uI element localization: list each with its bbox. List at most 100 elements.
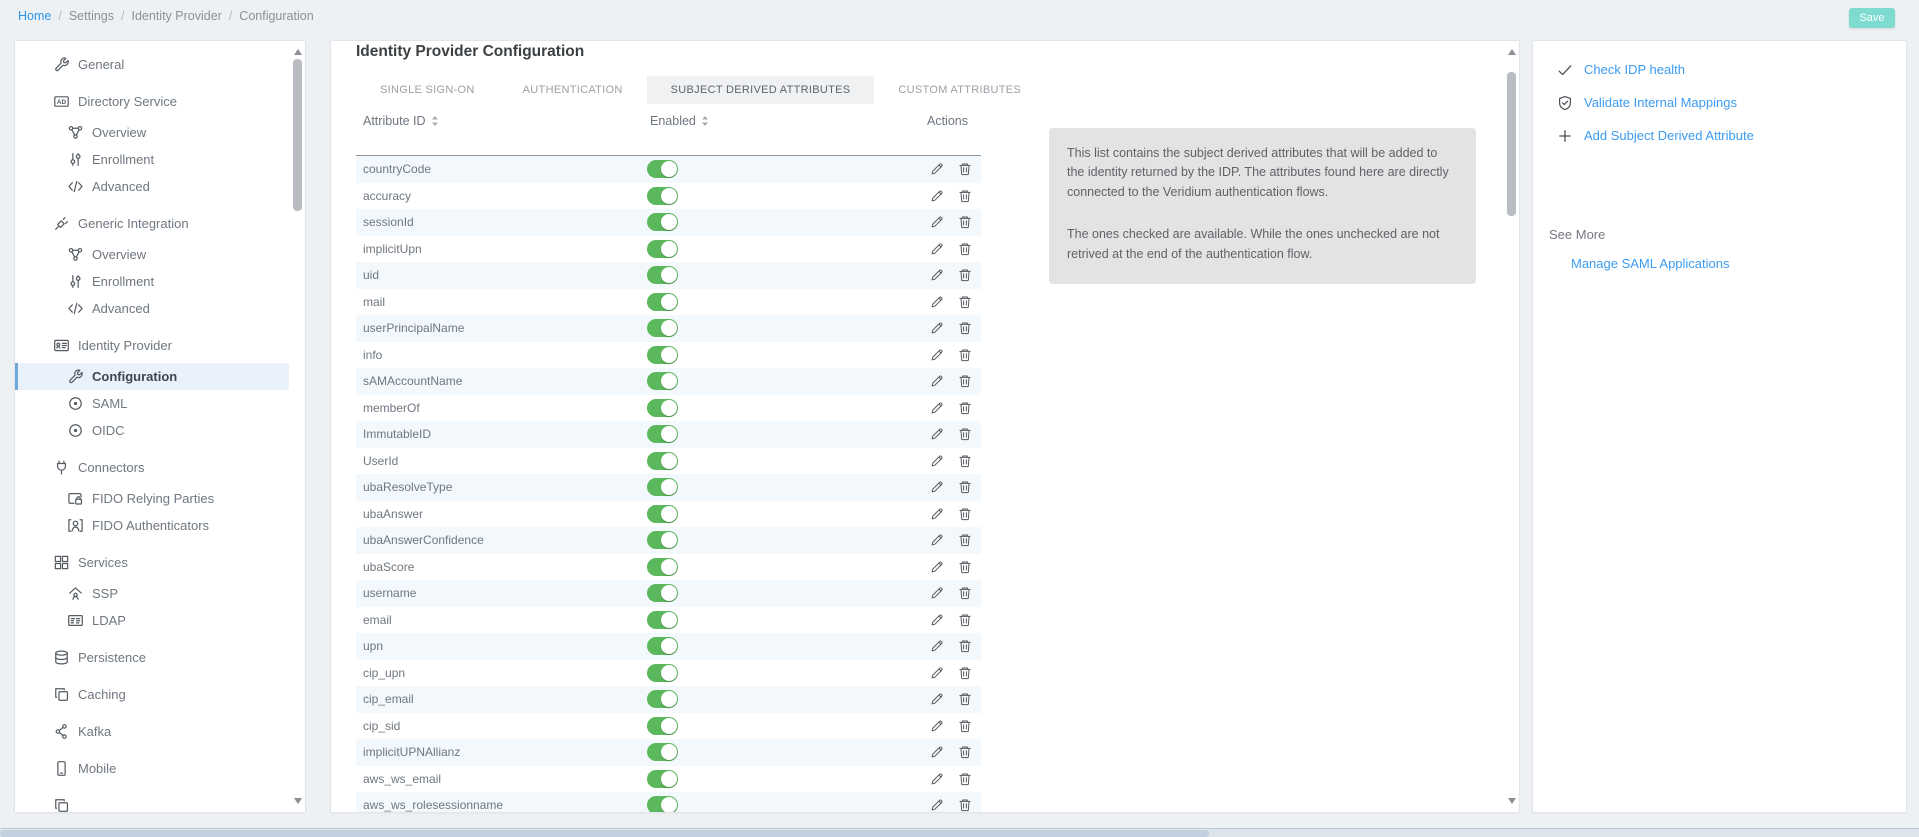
- delete-button[interactable]: [956, 691, 973, 708]
- enabled-toggle[interactable]: [647, 770, 678, 788]
- check-idp-health-link[interactable]: Check IDP health: [1533, 53, 1906, 86]
- delete-button[interactable]: [956, 532, 973, 549]
- edit-button[interactable]: [928, 188, 945, 205]
- edit-button[interactable]: [928, 294, 945, 311]
- delete-button[interactable]: [956, 161, 973, 178]
- delete-button[interactable]: [956, 771, 973, 788]
- enabled-toggle[interactable]: [647, 690, 678, 708]
- edit-button[interactable]: [928, 347, 945, 364]
- sidebar-item-directory-service[interactable]: ADDirectory Service: [15, 88, 289, 115]
- tab-subject-derived-attributes[interactable]: SUBJECT DERIVED ATTRIBUTES: [647, 76, 875, 104]
- edit-button[interactable]: [928, 797, 945, 813]
- save-button[interactable]: Save: [1849, 8, 1895, 28]
- scroll-up-icon[interactable]: [294, 49, 302, 55]
- delete-button[interactable]: [956, 479, 973, 496]
- delete-button[interactable]: [956, 585, 973, 602]
- quick-action-label[interactable]: Add Subject Derived Attribute: [1584, 128, 1754, 143]
- sidebar-item-enrollment[interactable]: Enrollment: [15, 268, 289, 295]
- column-header-enabled[interactable]: Enabled: [650, 114, 696, 128]
- edit-button[interactable]: [928, 559, 945, 576]
- delete-button[interactable]: [956, 426, 973, 443]
- delete-button[interactable]: [956, 320, 973, 337]
- delete-button[interactable]: [956, 347, 973, 364]
- delete-button[interactable]: [956, 267, 973, 284]
- delete-button[interactable]: [956, 638, 973, 655]
- enabled-toggle[interactable]: [647, 505, 678, 523]
- sidebar-item-overview[interactable]: Overview: [15, 119, 289, 146]
- horizontal-scrollbar[interactable]: [0, 828, 1919, 837]
- enabled-toggle[interactable]: [647, 717, 678, 735]
- sidebar-item-enrollment[interactable]: Enrollment: [15, 146, 289, 173]
- column-header-attribute-id[interactable]: Attribute ID: [363, 114, 426, 128]
- scroll-down-icon[interactable]: [1508, 798, 1516, 804]
- sidebar-item-services[interactable]: Services: [15, 549, 289, 576]
- scroll-down-icon[interactable]: [294, 798, 302, 804]
- add-subject-derived-attribute-link[interactable]: Add Subject Derived Attribute: [1533, 119, 1906, 152]
- edit-button[interactable]: [928, 267, 945, 284]
- edit-button[interactable]: [928, 426, 945, 443]
- edit-button[interactable]: [928, 161, 945, 178]
- sort-icon[interactable]: [431, 115, 439, 127]
- sidebar-item-configuration[interactable]: Configuration: [15, 363, 289, 390]
- edit-button[interactable]: [928, 638, 945, 655]
- enabled-toggle[interactable]: [647, 743, 678, 761]
- quick-action-label[interactable]: Validate Internal Mappings: [1584, 95, 1737, 110]
- sidebar-item-connectors[interactable]: Connectors: [15, 454, 289, 481]
- edit-button[interactable]: [928, 479, 945, 496]
- manage-saml-applications-link[interactable]: Manage SAML Applications: [1571, 256, 1730, 271]
- enabled-toggle[interactable]: [647, 796, 678, 813]
- edit-button[interactable]: [928, 214, 945, 231]
- delete-button[interactable]: [956, 188, 973, 205]
- enabled-toggle[interactable]: [647, 531, 678, 549]
- delete-button[interactable]: [956, 294, 973, 311]
- edit-button[interactable]: [928, 400, 945, 417]
- edit-button[interactable]: [928, 585, 945, 602]
- edit-button[interactable]: [928, 373, 945, 390]
- enabled-toggle[interactable]: [647, 160, 678, 178]
- tab-single-sign-on[interactable]: SINGLE SIGN-ON: [356, 76, 499, 104]
- quick-action-label[interactable]: Check IDP health: [1584, 62, 1685, 77]
- main-scrollbar[interactable]: [1505, 41, 1519, 812]
- edit-button[interactable]: [928, 612, 945, 629]
- enabled-toggle[interactable]: [647, 293, 678, 311]
- scroll-up-icon[interactable]: [1508, 49, 1516, 55]
- sidebar-item-generic-integration[interactable]: Generic Integration: [15, 210, 289, 237]
- enabled-toggle[interactable]: [647, 266, 678, 284]
- enabled-toggle[interactable]: [647, 425, 678, 443]
- delete-button[interactable]: [956, 665, 973, 682]
- sidebar-scrollbar-thumb[interactable]: [293, 59, 302, 211]
- enabled-toggle[interactable]: [647, 584, 678, 602]
- edit-button[interactable]: [928, 506, 945, 523]
- enabled-toggle[interactable]: [647, 399, 678, 417]
- sidebar-item-saml[interactable]: SAML: [15, 390, 289, 417]
- edit-button[interactable]: [928, 320, 945, 337]
- edit-button[interactable]: [928, 771, 945, 788]
- sidebar-item-persistence[interactable]: Persistence: [15, 644, 289, 671]
- sidebar-scrollbar[interactable]: [291, 41, 305, 812]
- edit-button[interactable]: [928, 453, 945, 470]
- delete-button[interactable]: [956, 214, 973, 231]
- tab-authentication[interactable]: AUTHENTICATION: [499, 76, 647, 104]
- sidebar-item-ldap[interactable]: LDAP: [15, 607, 289, 634]
- delete-button[interactable]: [956, 612, 973, 629]
- enabled-toggle[interactable]: [647, 346, 678, 364]
- enabled-toggle[interactable]: [647, 478, 678, 496]
- delete-button[interactable]: [956, 373, 973, 390]
- sidebar-item-advanced[interactable]: Advanced: [15, 295, 289, 322]
- main-scrollbar-thumb[interactable]: [1507, 72, 1516, 216]
- sidebar-item-overview[interactable]: Overview: [15, 241, 289, 268]
- enabled-toggle[interactable]: [647, 558, 678, 576]
- delete-button[interactable]: [956, 506, 973, 523]
- delete-button[interactable]: [956, 241, 973, 258]
- sidebar-item-fido-relying-parties[interactable]: FIDO Relying Parties: [15, 485, 289, 512]
- edit-button[interactable]: [928, 665, 945, 682]
- edit-button[interactable]: [928, 744, 945, 761]
- delete-button[interactable]: [956, 744, 973, 761]
- sidebar-item-oidc[interactable]: OIDC: [15, 417, 289, 444]
- sidebar-item-identity-provider[interactable]: Identity Provider: [15, 332, 289, 359]
- edit-button[interactable]: [928, 718, 945, 735]
- sidebar-item-caching[interactable]: Caching: [15, 681, 289, 708]
- sidebar-item-mobile[interactable]: Mobile: [15, 755, 289, 782]
- edit-button[interactable]: [928, 532, 945, 549]
- sidebar-item-kafka[interactable]: Kafka: [15, 718, 289, 745]
